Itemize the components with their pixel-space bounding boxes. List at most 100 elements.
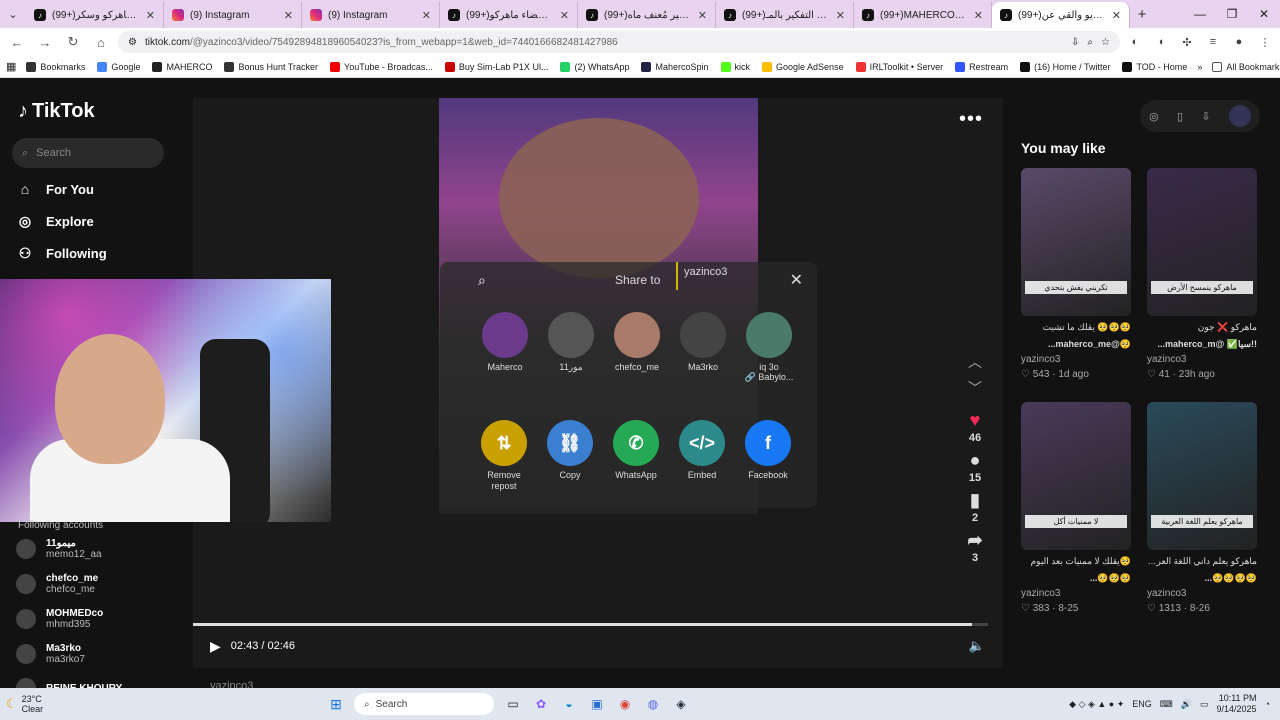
bookmark-item[interactable]: Google AdSense <box>762 61 844 72</box>
zoom-icon[interactable]: ⌕ <box>1087 37 1093 48</box>
bookmark-item[interactable]: Bookmarks <box>26 61 85 72</box>
media-icon[interactable]: ≡ <box>1204 36 1222 49</box>
browser-tab[interactable]: ♪(99+)شكراً يا ماهركو وسكر✕ <box>26 2 164 28</box>
device-icon[interactable]: ▯ <box>1177 110 1183 123</box>
nav-item-explore[interactable]: ◎ Explore <box>16 212 107 230</box>
share-contact[interactable]: 11مور <box>546 312 596 383</box>
browser-tab[interactable]: ♪(99+)حصرياً لأعضاء ماهركو✕ <box>440 2 578 28</box>
back-button[interactable]: ← <box>6 35 28 50</box>
bookmark-item[interactable]: kick <box>720 61 750 72</box>
address-bar[interactable]: ⚙ tiktok.com/@yazinco3/video/75492894818… <box>118 31 1120 53</box>
task-view-icon[interactable]: ▭ <box>504 697 522 711</box>
share-facebook-button[interactable]: f Facebook <box>744 420 792 492</box>
extensions-icon[interactable]: ✣ <box>1178 36 1196 49</box>
notification-icon[interactable]: ◔ <box>1265 699 1270 709</box>
extension-icon[interactable]: ◐ <box>1126 36 1144 49</box>
close-tab-icon[interactable]: ✕ <box>698 9 707 22</box>
more-options-icon[interactable]: ••• <box>959 108 983 131</box>
bookmark-item[interactable]: TOD - Home <box>1122 61 1187 72</box>
volume-icon[interactable]: 🔊 <box>1181 699 1192 710</box>
network-icon[interactable]: ⌨ <box>1160 699 1173 710</box>
bookmark-item[interactable]: MAHERCO <box>152 61 212 72</box>
following-account[interactable]: Ma3rko ma3rko7 <box>16 643 85 665</box>
more-bookmarks-icon[interactable]: » <box>1197 62 1202 72</box>
bookmark-item[interactable]: (16) Home / Twitter <box>1020 61 1110 72</box>
share-contact[interactable]: iq 3o 🔗 Babylo... <box>744 312 794 383</box>
close-tab-icon[interactable]: ✕ <box>1112 9 1121 22</box>
copilot-icon[interactable]: ✿ <box>532 697 550 711</box>
share-copy-button[interactable]: ⛓ Copy <box>546 420 594 492</box>
profile-avatar[interactable]: ● <box>1230 36 1248 49</box>
recommended-video-card[interactable]: ماهركو يعلم اللغة العربية ماهركو يعلم دان… <box>1147 402 1257 614</box>
recommended-video-card[interactable]: لا ممنيات أكل 🥺يقلك لا ممنيات بعد اليوم 🥺🥺… <box>1021 402 1131 614</box>
weather-widget[interactable]: ☾ 23°C Clear <box>0 694 150 714</box>
forward-button[interactable]: → <box>34 35 56 50</box>
audio-icon[interactable]: ◖ <box>1152 36 1170 49</box>
close-tab-icon[interactable]: ✕ <box>146 9 155 22</box>
following-account[interactable]: chefco_me chefco_me <box>16 573 98 595</box>
bookmark-item[interactable]: (2) WhatsApp <box>560 61 629 72</box>
share-contact[interactable]: chefco_me <box>612 312 662 383</box>
comment-button[interactable]: ● 15 <box>969 450 981 484</box>
share-embed-button[interactable]: </> Embed <box>678 420 726 492</box>
browser-tab[interactable]: ♪ (99+)الفقير مُعنف ماه ✕ <box>578 2 716 28</box>
video-progress-bar[interactable] <box>193 623 988 626</box>
taskbar-search[interactable]: ⌕ Search <box>354 693 494 715</box>
browser-tab[interactable]: (9) Instagram ✕ <box>164 2 302 28</box>
share-remove-repost-button[interactable]: ⇅ Remove repost <box>480 420 528 492</box>
bookmark-item[interactable]: IRLToolkit • Server <box>855 61 943 72</box>
bookmark-item[interactable]: MahercoSpin <box>641 61 709 72</box>
close-window-button[interactable]: ✕ <box>1248 0 1280 28</box>
bookmark-item[interactable]: Buy Sim-Lab P1X Ul... <box>444 61 548 72</box>
previous-video-icon[interactable]: ︿ <box>968 352 982 378</box>
close-tab-icon[interactable]: ✕ <box>974 9 983 22</box>
close-tab-icon[interactable]: ✕ <box>284 9 293 22</box>
like-button[interactable]: ♥ 46 <box>969 410 981 444</box>
menu-icon[interactable]: ⋮ <box>1256 36 1274 49</box>
tiktok-logo[interactable]: ♪ TikTok <box>18 100 95 123</box>
clock[interactable]: 10:11 PM 9/14/2025 <box>1217 693 1257 715</box>
bookmark-star-icon[interactable]: ☆ <box>1101 37 1110 48</box>
browser-tab[interactable]: ♪ (99+)فيديو والقي عن ✕ <box>992 2 1130 28</box>
install-icon[interactable]: ⇩ <box>1071 37 1079 48</box>
bookmark-item[interactable]: Restream <box>955 61 1008 72</box>
maximize-button[interactable]: ❐ <box>1216 0 1248 28</box>
minimize-button[interactable]: — <box>1184 0 1216 28</box>
profile-avatar[interactable] <box>1228 105 1251 127</box>
video-thumbnail[interactable]: لا ممنيات أكل <box>1021 402 1131 550</box>
share-contact[interactable]: Maherco <box>480 312 530 383</box>
site-info-icon[interactable]: ⚙ <box>128 37 137 48</box>
apps-icon[interactable]: ▦ <box>6 60 16 73</box>
coins-icon[interactable]: ◎ <box>1149 110 1159 123</box>
edge-icon[interactable]: ◒ <box>560 697 578 711</box>
chrome-icon[interactable]: ◉ <box>616 697 634 711</box>
browser-tab[interactable]: ♪(99+)والله بس التفكير بالمـ✕ <box>716 2 854 28</box>
recommended-video-card[interactable]: ماهركو ينمسح الأرض ماهركو ❌ جون !!سيا✅ @ma… <box>1147 168 1257 380</box>
browser-tab[interactable]: ♪(99+)MAHERCO#ريبة✕ <box>854 2 992 28</box>
play-icon[interactable]: ▶ <box>210 638 221 655</box>
close-tab-icon[interactable]: ✕ <box>422 9 431 22</box>
video-thumbnail[interactable]: ماهركو ينمسح الأرض <box>1147 168 1257 316</box>
tab-search-button[interactable]: ⌄ <box>0 0 26 28</box>
browser-tab[interactable]: (9) Instagram ✕ <box>302 2 440 28</box>
new-tab-button[interactable]: + <box>1130 2 1154 28</box>
save-button[interactable]: ▮ 2 <box>970 490 980 524</box>
tray-icons[interactable]: ◆ ◇ ◈ ▲ ● ✦ <box>1069 699 1124 710</box>
volume-icon[interactable]: 🔈 <box>969 638 985 654</box>
close-icon[interactable]: ✕ <box>790 270 803 290</box>
search-icon[interactable]: ⌕ <box>478 272 486 289</box>
battery-icon[interactable]: ▭ <box>1200 699 1209 710</box>
next-video-icon[interactable]: ﹀ <box>968 378 982 404</box>
share-whatsapp-button[interactable]: ✆ WhatsApp <box>612 420 660 492</box>
following-account[interactable]: MOHMEDco mhmd395 <box>16 608 103 630</box>
bookmark-item[interactable]: Bonus Hunt Tracker <box>224 61 318 72</box>
share-contact[interactable]: Ma3rko <box>678 312 728 383</box>
search-input[interactable]: ⌕ Search <box>12 138 164 168</box>
url-text[interactable]: tiktok.com/@yazinco3/video/7549289481896… <box>145 37 1063 48</box>
bookmark-item[interactable]: YouTube - Broadcas... <box>330 61 433 72</box>
nav-item-following[interactable]: ⚇ Following <box>16 244 107 262</box>
close-tab-icon[interactable]: ✕ <box>560 9 569 22</box>
recommended-video-card[interactable]: تكريني يفش بتحدي 🥺🥺🥺 يقلك ما تشيت 🥺@maherc… <box>1021 168 1131 380</box>
steam-icon[interactable]: ◈ <box>672 697 690 711</box>
store-icon[interactable]: ▣ <box>588 697 606 711</box>
